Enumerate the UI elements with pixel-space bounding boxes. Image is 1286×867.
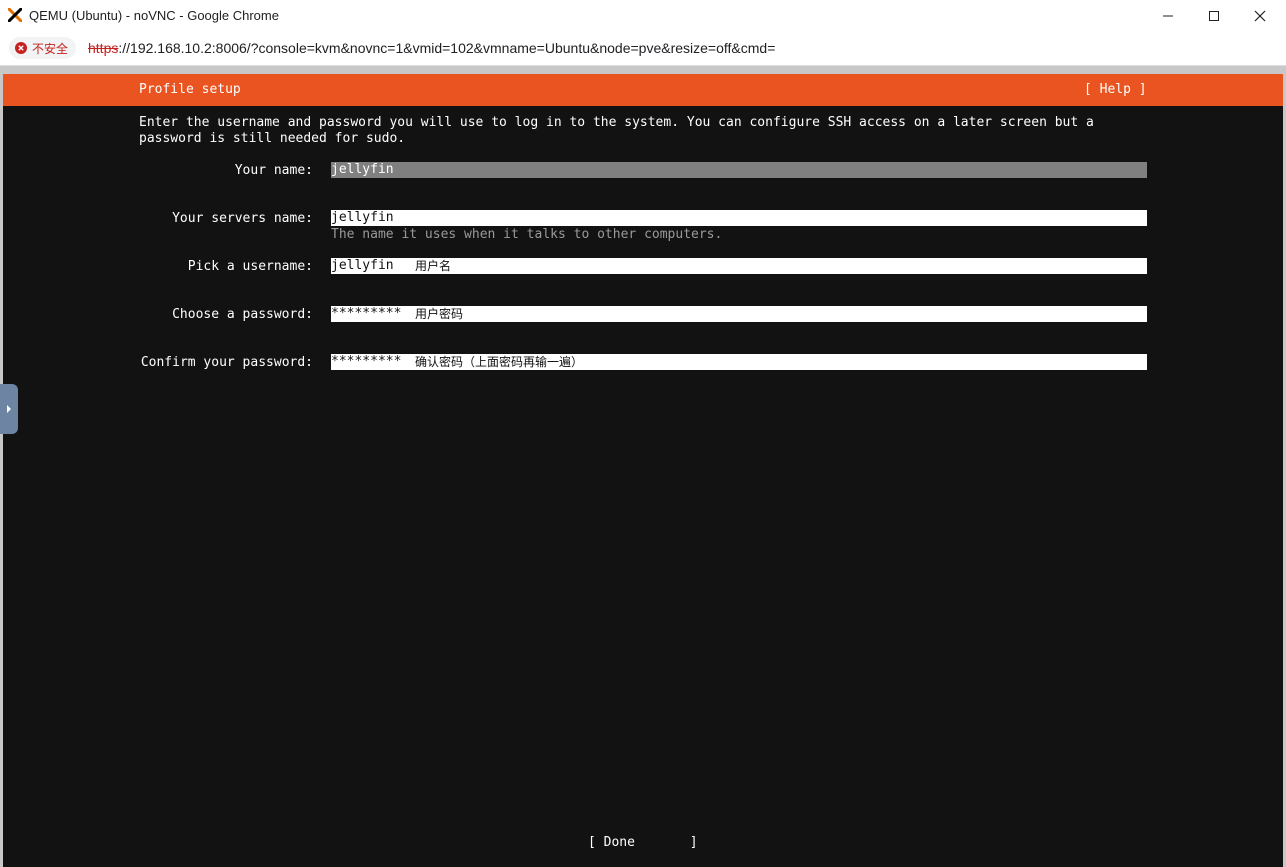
url-text: ://192.168.10.2:8006/?console=kvm&novnc=… xyxy=(118,40,776,56)
proxmox-x-logo-icon xyxy=(8,8,22,22)
close-window-button[interactable] xyxy=(1237,0,1283,32)
address-bar: 不安全 https://192.168.10.2:8006/?console=k… xyxy=(0,32,1286,66)
done-button[interactable]: [ Done ] xyxy=(588,835,698,850)
username-annotation: 用户名 xyxy=(415,259,452,273)
minimize-icon xyxy=(1163,15,1173,17)
your-name-label: Your name: xyxy=(234,163,313,178)
chevron-right-icon xyxy=(7,405,11,413)
site-security-chip[interactable]: 不安全 xyxy=(9,37,77,59)
password-label: Choose a password: xyxy=(172,307,313,322)
server-name-label: Your servers name: xyxy=(172,211,313,226)
help-button[interactable]: [ Help ] xyxy=(1084,82,1147,97)
server-name-hint: The name it uses when it talks to other … xyxy=(331,227,723,242)
url-field[interactable]: https://192.168.10.2:8006/?console=kvm&n… xyxy=(88,40,775,56)
close-icon xyxy=(1254,10,1266,22)
url-scheme: https xyxy=(88,40,119,56)
window-title: QEMU (Ubuntu) - noVNC - Google Chrome xyxy=(29,8,279,23)
confirm-password-value: ********* xyxy=(331,354,402,369)
server-name-value: jellyfin xyxy=(331,210,394,225)
server-name-input[interactable]: jellyfin xyxy=(331,210,1147,226)
window-titlebar: QEMU (Ubuntu) - noVNC - Google Chrome xyxy=(0,0,1286,32)
password-value: ********* xyxy=(331,306,402,321)
maximize-icon xyxy=(1209,11,1219,21)
vnc-viewport: Profile setup [ Help ] Enter the usernam… xyxy=(0,66,1286,867)
username-label: Pick a username: xyxy=(187,259,313,274)
your-name-input[interactable]: jellyfin xyxy=(331,162,1147,178)
novnc-control-bar-handle[interactable] xyxy=(0,384,18,434)
installer-header: Profile setup [ Help ] xyxy=(3,74,1283,106)
not-secure-icon xyxy=(15,42,27,54)
username-input[interactable]: jellyfin 用户名 xyxy=(331,258,1147,274)
confirm-password-annotation: 确认密码（上面密码再输一遍） xyxy=(415,355,584,369)
confirm-password-label: Confirm your password: xyxy=(140,355,313,370)
your-name-value: jellyfin xyxy=(331,162,394,177)
minimize-button[interactable] xyxy=(1145,0,1191,32)
username-value: jellyfin xyxy=(331,258,394,273)
password-input[interactable]: ********* 用户密码 xyxy=(331,306,1147,322)
security-label: 不安全 xyxy=(32,41,69,56)
confirm-password-input[interactable]: ********* 确认密码（上面密码再输一遍） xyxy=(331,354,1147,370)
maximize-button[interactable] xyxy=(1191,0,1237,32)
intro-text: Enter the username and password you will… xyxy=(139,115,1094,146)
vm-console-screen[interactable]: Profile setup [ Help ] Enter the usernam… xyxy=(3,74,1283,867)
page-title: Profile setup xyxy=(139,82,241,97)
password-annotation: 用户密码 xyxy=(415,307,464,321)
